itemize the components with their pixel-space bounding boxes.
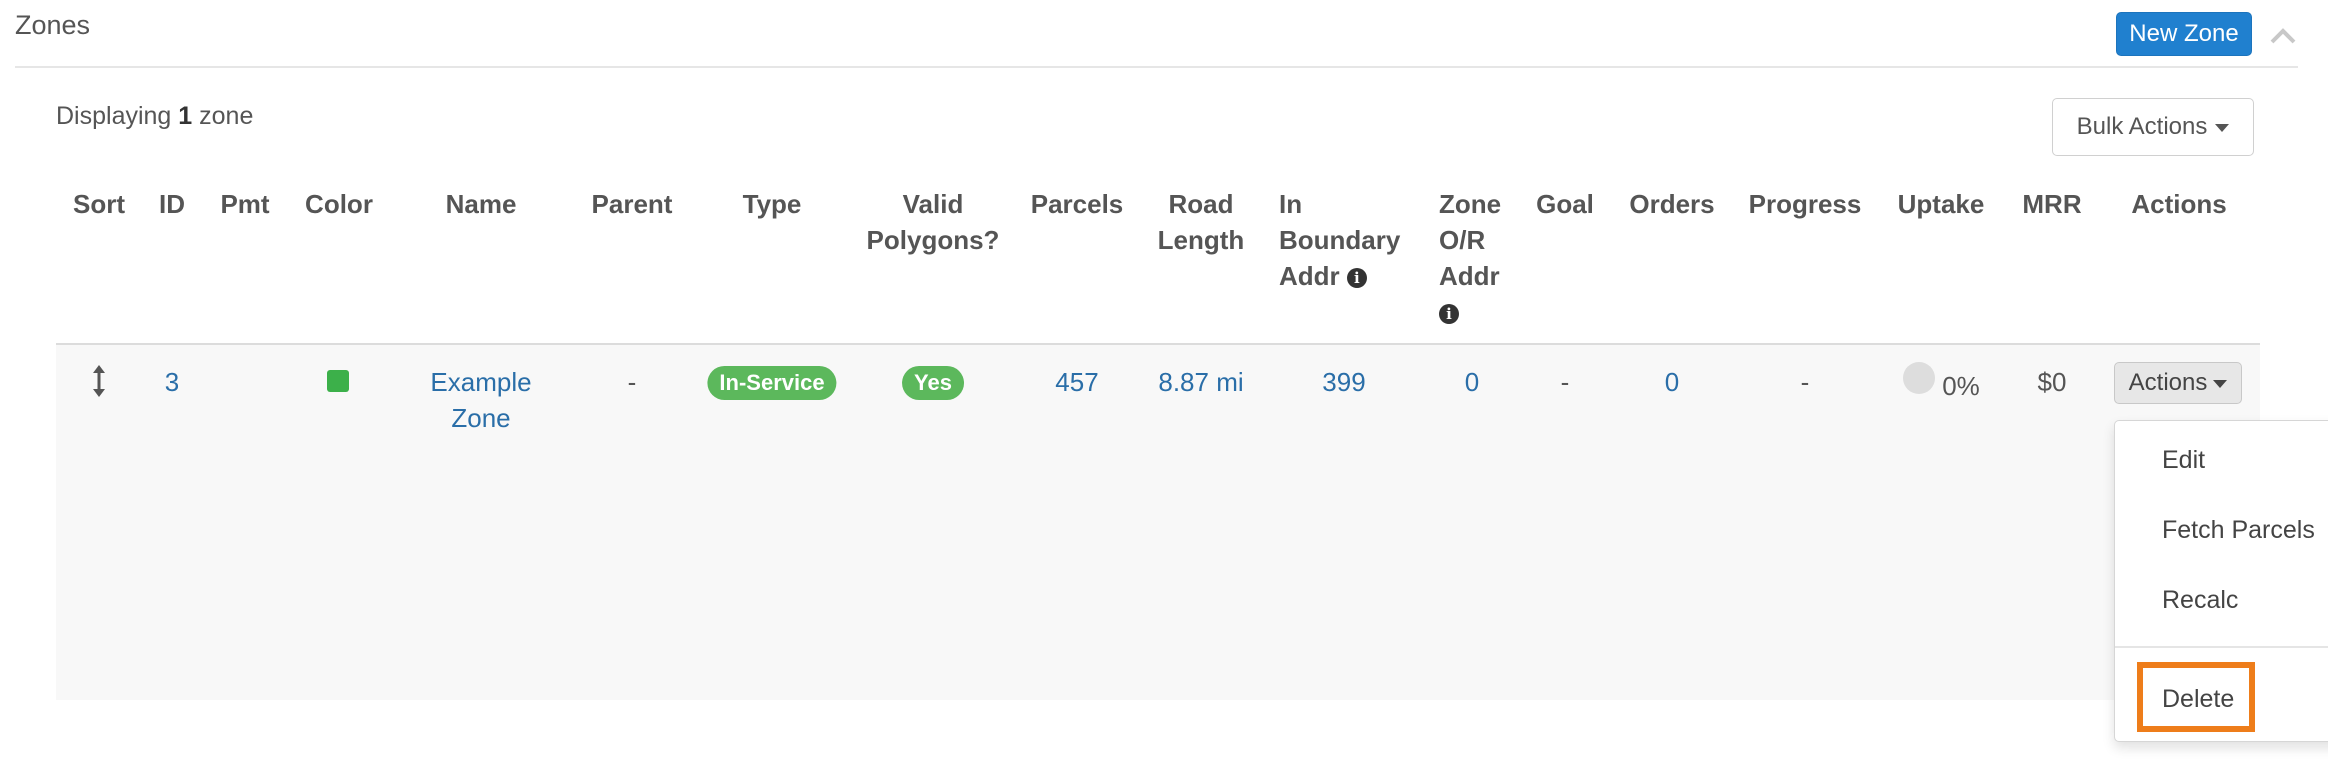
type-badge: In-Service [707,366,837,400]
actions-dropdown-menu: Edit Fetch Parcels Recalc Delete [2114,420,2328,742]
zone-or-link[interactable]: 0 [1465,364,1479,400]
caret-down-icon [2215,123,2230,132]
header-color[interactable]: Color [305,186,373,222]
header-id[interactable]: ID [159,186,185,222]
goal-value: - [1560,367,1570,397]
info-icon[interactable]: i [1346,268,1367,289]
parcels-link[interactable]: 457 [1055,364,1098,400]
header-valid-line1: Valid [902,189,964,219]
zone-name-line2: Zone [451,403,511,433]
new-zone-button[interactable]: New Zone [2116,12,2252,56]
valid-badge: Yes [902,366,964,400]
header-parent[interactable]: Parent [592,186,673,222]
header-road-length[interactable]: Road Length [1158,186,1245,258]
in-boundary-link[interactable]: 399 [1322,364,1365,400]
menu-item-edit[interactable]: Edit [2162,446,2205,475]
header-inb-line1: In [1279,189,1303,219]
header-pmt[interactable]: Pmt [220,186,269,222]
header-type[interactable]: Type [743,186,802,222]
result-count: Displaying 1 zone [56,102,253,131]
zone-parent: - [627,367,637,397]
menu-item-fetch-parcels[interactable]: Fetch Parcels [2162,516,2315,545]
header-sort[interactable]: Sort [73,186,125,222]
result-count-number: 1 [178,102,193,130]
header-divider [15,66,2298,68]
orders-link[interactable]: 0 [1665,364,1679,400]
bulk-actions-label: Bulk Actions [2076,113,2208,140]
header-orders[interactable]: Orders [1629,186,1714,222]
header-zone-line3: Addr [1439,261,1500,291]
row-actions-button[interactable]: Actions [2114,362,2242,404]
header-inb-line3: Addr [1279,261,1340,291]
header-parcels[interactable]: Parcels [1031,186,1124,222]
uptake-value: 0% [1942,371,1980,401]
menu-item-delete[interactable]: Delete [2162,685,2234,714]
header-valid-line2: Polygons? [866,225,1000,255]
header-zone-line1: Zone [1439,189,1502,219]
zone-color-swatch [327,370,349,392]
row-actions-label: Actions [2128,369,2208,396]
header-uptake[interactable]: Uptake [1898,186,1985,222]
mrr-value: $0 [2037,367,2067,397]
header-zone-line2: O/R [1439,225,1486,255]
result-count-prefix: Displaying [56,102,172,130]
menu-item-recalc[interactable]: Recalc [2162,586,2238,615]
header-zone-or-addr[interactable]: Zone O/R Addr i [1439,186,1501,330]
drag-handle-icon[interactable] [91,364,107,398]
uptake-pie-icon [1903,362,1935,394]
zone-id-link[interactable]: 3 [165,364,179,400]
header-mrr[interactable]: MRR [2022,186,2081,222]
bulk-actions-button[interactable]: Bulk Actions [2052,98,2254,156]
road-length-link[interactable]: 8.87 mi [1158,364,1243,400]
chevron-up-icon[interactable] [2268,22,2298,52]
header-inb-line2: Boundary [1279,225,1401,255]
header-actions: Actions [2131,189,2227,219]
header-in-boundary-addr[interactable]: In Boundary Addr i [1279,186,1400,294]
progress-value: - [1800,367,1810,397]
panel-title: Zones [15,10,91,40]
caret-down-icon [2213,379,2228,388]
zone-name-link[interactable]: Example Zone [430,364,531,436]
header-name[interactable]: Name [446,186,517,222]
zone-name-line1: Example [430,367,532,397]
header-road-line2: Length [1157,225,1245,255]
menu-divider [2115,646,2328,648]
header-progress[interactable]: Progress [1749,186,1862,222]
header-goal[interactable]: Goal [1536,186,1594,222]
header-road-line1: Road [1168,189,1234,219]
header-valid-polygons[interactable]: Valid Polygons? [867,186,1000,258]
info-icon[interactable]: i [1439,304,1459,325]
result-count-suffix: zone [199,102,254,130]
